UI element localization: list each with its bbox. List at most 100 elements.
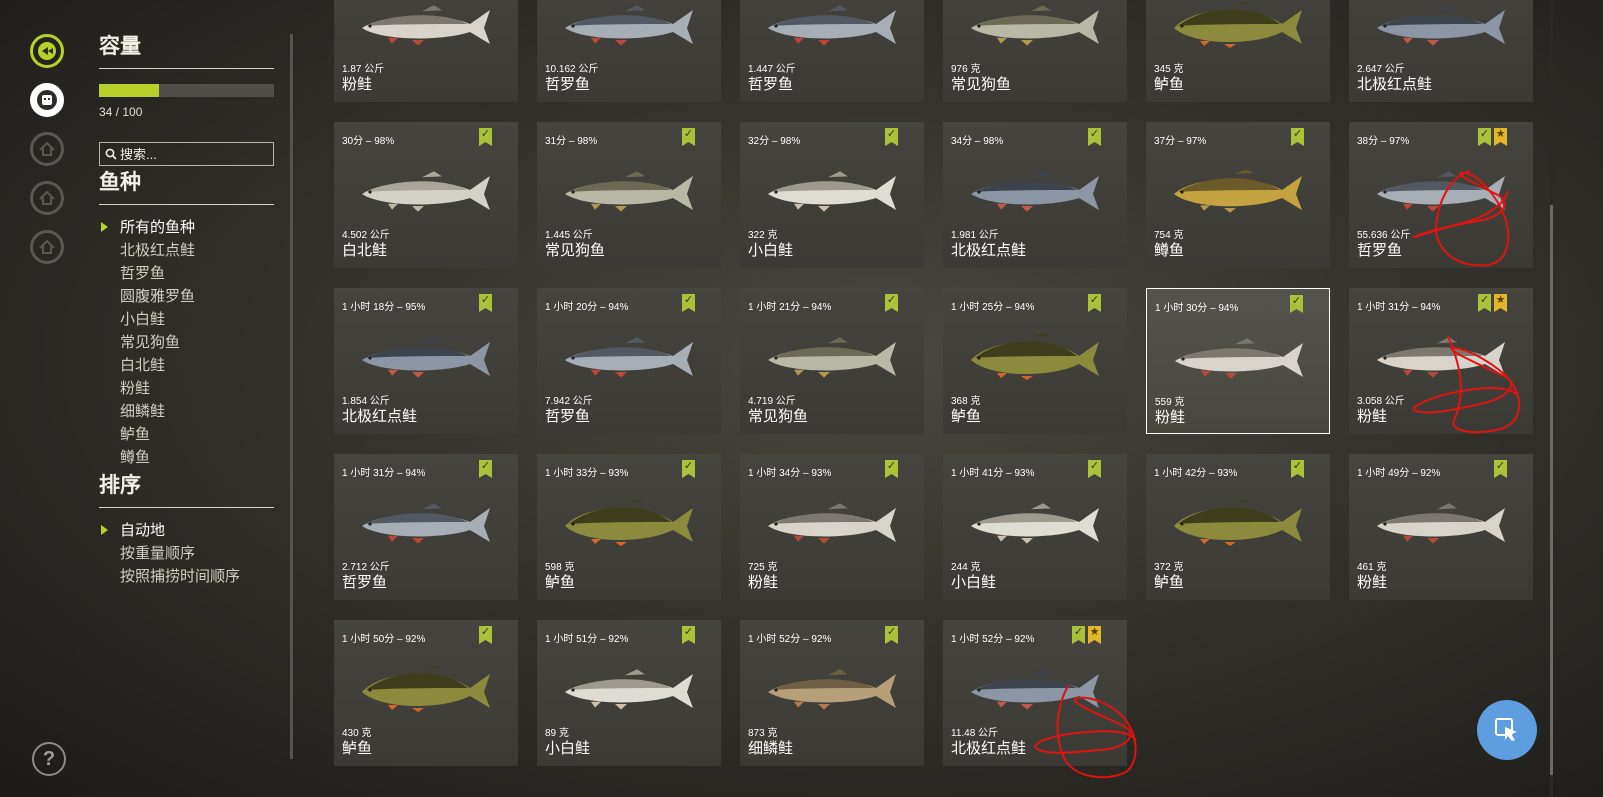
fish-card[interactable]: 1 小时 42分 – 93% ✓ 372 克 鲈鱼 (1146, 454, 1330, 600)
fish-card[interactable]: 1 小时 31分 – 94% ✓ 2.712 公斤 哲罗鱼 (334, 454, 518, 600)
fish-name: 粉鲑 (1155, 409, 1186, 426)
fish-image (1164, 0, 1314, 54)
fish-image (555, 164, 705, 220)
check-badge-icon: ✓ (1478, 128, 1491, 146)
fish-image (758, 496, 908, 552)
check-badge-icon: ✓ (885, 626, 898, 644)
search-input[interactable] (117, 146, 260, 162)
fish-card[interactable]: 34分 – 98% ✓ 1.981 公斤 北极红点鲑 (943, 122, 1127, 268)
badge-group: ✓ (1291, 460, 1304, 478)
badge-group: ✓ (479, 294, 492, 312)
fish-image (555, 0, 705, 54)
species-filter-item[interactable]: 常见狗鱼 (99, 331, 274, 354)
fish-card[interactable]: 976 克 常见狗鱼 (943, 0, 1127, 102)
badge-group: ✓ (682, 460, 695, 478)
catch-time: 1 小时 42分 – 93% (1154, 468, 1238, 479)
species-filter-item[interactable]: 圆腹雅罗鱼 (99, 285, 274, 308)
fish-name: 鲈鱼 (1154, 76, 1185, 93)
fish-image (961, 0, 1111, 54)
catch-time: 1 小时 41分 – 93% (951, 468, 1035, 479)
help-icon[interactable]: ? (32, 742, 66, 776)
check-badge-icon: ✓ (1494, 460, 1507, 478)
fish-name: 哲罗鱼 (342, 574, 388, 591)
species-filter-item[interactable]: 鲈鱼 (99, 423, 274, 446)
fish-card[interactable]: 30分 – 98% ✓ 4.502 公斤 白北鲑 (334, 122, 518, 268)
keepnet-icon[interactable] (30, 83, 64, 117)
fish-card[interactable]: 10.162 公斤 哲罗鱼 (537, 0, 721, 102)
fish-image (352, 662, 502, 718)
sort-option-item[interactable]: 自动地 (99, 519, 274, 542)
fish-image (352, 0, 502, 54)
species-filter-item[interactable]: 细鳞鲑 (99, 400, 274, 423)
badge-group: ✓ (885, 626, 898, 644)
locked-tab-icon-3[interactable] (30, 230, 64, 264)
fish-card[interactable]: 37分 – 97% ✓ 754 克 鳟鱼 (1146, 122, 1330, 268)
fish-card[interactable]: 38分 – 97% ✓ ★ 55.636 公斤 哲罗鱼 (1349, 122, 1533, 268)
catch-time: 1 小时 52分 – 92% (748, 634, 832, 645)
check-badge-icon: ✓ (682, 626, 695, 644)
scrollbar-thumb[interactable] (1550, 205, 1553, 775)
fish-card[interactable]: 1 小时 30分 – 94% ✓ 559 克 粉鲑 (1146, 288, 1330, 434)
fish-card[interactable]: 345 克 鲈鱼 (1146, 0, 1330, 102)
search-box[interactable] (99, 142, 274, 166)
species-filter-item[interactable]: 北极红点鲑 (99, 239, 274, 262)
fish-card[interactable]: 31分 – 98% ✓ 1.445 公斤 常见狗鱼 (537, 122, 721, 268)
species-filter-item[interactable]: 小白鲑 (99, 308, 274, 331)
trophy-star-badge-icon: ★ (1088, 626, 1101, 644)
fish-card[interactable]: 1 小时 21分 – 94% ✓ 4.719 公斤 常见狗鱼 (740, 288, 924, 434)
fish-card[interactable]: 1 小时 25分 – 94% ✓ 368 克 鲈鱼 (943, 288, 1127, 434)
species-filter-item[interactable]: 白北鲑 (99, 354, 274, 377)
badge-group: ✓ (1290, 295, 1303, 313)
sort-title: 排序 (99, 469, 274, 508)
fish-card[interactable]: 2.647 公斤 北极红点鲑 (1349, 0, 1533, 102)
fish-card[interactable]: 1.447 公斤 哲罗鱼 (740, 0, 924, 102)
catch-time: 1 小时 31分 – 94% (342, 468, 426, 479)
fish-image (1367, 164, 1517, 220)
species-title: 鱼种 (99, 166, 274, 205)
fish-name: 北极红点鲑 (951, 740, 1027, 757)
fish-card[interactable]: 1 小时 41分 – 93% ✓ 244 克 小白鲑 (943, 454, 1127, 600)
species-filter-item[interactable]: 粉鲑 (99, 377, 274, 400)
fish-card[interactable]: 1 小时 20分 – 94% ✓ 7.942 公斤 哲罗鱼 (537, 288, 721, 434)
fish-card[interactable]: 1 小时 49分 – 92% ✓ 461 克 粉鲑 (1349, 454, 1533, 600)
fish-card[interactable]: 1.87 公斤 粉鲑 (334, 0, 518, 102)
fish-name: 鲈鱼 (342, 740, 373, 757)
catch-time: 32分 – 98% (748, 136, 801, 147)
fish-card[interactable]: 1 小时 31分 – 94% ✓ ★ 3.058 公斤 粉鲑 (1349, 288, 1533, 434)
fish-card[interactable]: 1 小时 18分 – 95% ✓ 1.854 公斤 北极红点鲑 (334, 288, 518, 434)
fish-image (758, 662, 908, 718)
fish-image (961, 496, 1111, 552)
fish-name: 北极红点鲑 (342, 408, 418, 425)
check-badge-icon: ✓ (682, 294, 695, 312)
locked-tab-icon-1[interactable] (30, 132, 64, 166)
species-filter-item[interactable]: 鳟鱼 (99, 446, 274, 469)
fish-card[interactable]: 32分 – 98% ✓ 322 克 小白鲑 (740, 122, 924, 268)
fish-name: 细鳞鲑 (748, 740, 794, 757)
species-filter-item[interactable]: 所有的鱼种 (99, 216, 274, 239)
sort-list: 自动地 按重量顺序 按照捕捞时间顺序 (99, 519, 274, 588)
fish-card[interactable]: 1 小时 33分 – 93% ✓ 598 克 鲈鱼 (537, 454, 721, 600)
fish-image (555, 662, 705, 718)
fish-image (1367, 0, 1517, 54)
fish-card[interactable]: 1 小时 52分 – 92% ✓ 873 克 细鳞鲑 (740, 620, 924, 766)
cursor-mode-button[interactable] (1477, 700, 1537, 760)
fish-card[interactable]: 1 小时 50分 – 92% ✓ 430 克 鲈鱼 (334, 620, 518, 766)
sort-option-item[interactable]: 按重量顺序 (99, 542, 274, 565)
check-badge-icon: ✓ (1088, 128, 1101, 146)
help-label: ? (42, 747, 56, 770)
capacity-count: 34 / 100 (99, 105, 143, 119)
fish-nav-icon[interactable] (30, 34, 64, 68)
catch-time: 37分 – 97% (1154, 136, 1207, 147)
check-badge-icon: ✓ (885, 460, 898, 478)
fish-name: 粉鲑 (748, 574, 779, 591)
fish-card[interactable]: 1 小时 34分 – 93% ✓ 725 克 粉鲑 (740, 454, 924, 600)
badge-group: ✓ (479, 626, 492, 644)
fish-card[interactable]: 1 小时 52分 – 92% ✓ ★ 11.48 公斤 北极红点鲑 (943, 620, 1127, 766)
sort-option-item[interactable]: 按照捕捞时间顺序 (99, 565, 274, 588)
badge-group: ✓ (682, 128, 695, 146)
fish-name: 鲈鱼 (1154, 574, 1185, 591)
locked-tab-icon-2[interactable] (30, 181, 64, 215)
badge-group: ✓ (885, 294, 898, 312)
species-filter-item[interactable]: 哲罗鱼 (99, 262, 274, 285)
fish-card[interactable]: 1 小时 51分 – 92% ✓ 89 克 小白鲑 (537, 620, 721, 766)
